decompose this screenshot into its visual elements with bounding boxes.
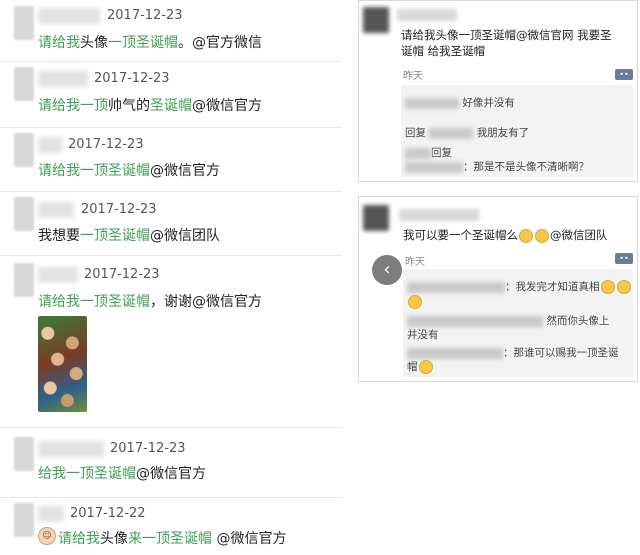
post-date: 2017-12-23 <box>94 71 170 86</box>
comment <box>407 295 423 309</box>
feed-post[interactable]: 2017-12-23 我想要一顶圣诞帽@微信团队 <box>0 191 342 256</box>
comment-icon[interactable]: •• <box>615 69 633 80</box>
post-text-segment: 请给我一顶圣诞帽 <box>38 163 150 179</box>
comment: 帽 <box>407 359 434 374</box>
comment[interactable]: ：那是不是头像不清晰啊？ <box>405 159 589 174</box>
username-blurred <box>38 506 64 522</box>
post-text-segment: 圣诞帽 <box>150 98 192 114</box>
post-text: 请给我一顶帅气的圣诞帽@微信官方 <box>38 95 262 115</box>
moment-time: 昨天 <box>403 71 423 82</box>
emoji-icon <box>616 280 631 294</box>
username-blurred <box>38 8 100 24</box>
avatar <box>14 67 34 101</box>
username-blurred <box>399 209 479 221</box>
post-date: 2017-12-23 <box>110 441 186 456</box>
comment[interactable]: ：那谁可以赐我一顶圣诞 <box>407 345 619 360</box>
post-text-segment: 头像 <box>80 35 108 51</box>
post-text: 我想要一顶圣诞帽@微信团队 <box>38 225 220 245</box>
feed-post[interactable]: 2017-12-22 请给我头像来一顶圣诞帽 @微信官方 <box>0 497 342 555</box>
comment[interactable]: 好像并没有 <box>405 95 515 110</box>
emoji-icon <box>535 228 549 243</box>
post-text-segment: 请给我 <box>38 35 80 51</box>
post-text-segment: 头像 <box>100 531 128 547</box>
post-text-segment: 请给我 <box>58 531 100 547</box>
avatar <box>14 197 34 231</box>
comment-icon[interactable]: •• <box>615 253 633 264</box>
moment-text: 请给我头像一顶圣诞帽@微信官网 我要圣 诞帽 给我圣诞帽 <box>401 28 612 58</box>
comment: 并没有 <box>407 329 439 341</box>
chevron-left-icon[interactable]: ‹ <box>372 255 402 285</box>
avatar <box>14 263 34 297</box>
moment-text: 我可以要一个圣诞帽么 @微信团队 <box>403 228 608 243</box>
post-text-segment: 。@官方微信 <box>178 35 262 51</box>
post-text-segment: 帅气的 <box>108 98 150 114</box>
avatar <box>363 7 389 33</box>
moment-card: 我可以要一个圣诞帽么 @微信团队 昨天 •• ：我发完才知道真相 然而你头像上 并… <box>358 196 638 382</box>
feed-post[interactable]: 2017-12-23 给我一顶圣诞帽@微信官方 <box>0 427 342 498</box>
post-photo[interactable] <box>38 316 87 412</box>
post-date: 2017-12-23 <box>81 202 157 217</box>
avatar <box>14 6 34 40</box>
post-text-segment: 一顶圣诞帽 <box>108 35 178 51</box>
post-date: 2017-12-22 <box>70 506 146 521</box>
username-blurred <box>38 267 78 283</box>
post-text-segment: @微信官方 <box>192 98 262 114</box>
post-text: 请给我头像来一顶圣诞帽 @微信官方 <box>58 528 286 548</box>
post-text: 请给我一顶圣诞帽@微信官方 <box>38 160 220 180</box>
emoji-icon <box>519 228 533 243</box>
post-text-segment: @微信团队 <box>150 228 220 244</box>
post-date: 2017-12-23 <box>107 8 183 23</box>
post-text-segment: @微信官方 <box>212 531 287 547</box>
left-feed: 2017-12-23 请给我头像一顶圣诞帽。@官方微信 2017-12-23 请… <box>0 0 342 555</box>
post-text-segment: 来一顶圣诞帽 <box>128 531 212 547</box>
post-text: 请给我头像一顶圣诞帽。@官方微信 <box>38 32 262 52</box>
feed-post[interactable]: 2017-12-23 请给我一顶帅气的圣诞帽@微信官方 <box>0 61 342 128</box>
feed-post[interactable]: 2017-12-23 请给我头像一顶圣诞帽。@官方微信 <box>0 0 342 62</box>
comment[interactable]: 回复 <box>405 145 452 160</box>
post-text-segment: 一顶圣诞帽 <box>80 228 150 244</box>
comment[interactable]: 回复 我朋友有了 <box>405 125 529 140</box>
username-blurred <box>38 441 104 457</box>
post-date: 2017-12-23 <box>84 267 160 282</box>
post-text-segment: 请给我一顶圣诞帽 <box>38 294 150 310</box>
feed-post[interactable]: 2017-12-23 请给我一顶圣诞帽@微信官方 <box>0 127 342 192</box>
avatar <box>363 205 389 231</box>
post-text-segment: 我想要 <box>38 228 80 244</box>
avatar <box>14 437 34 471</box>
comment[interactable]: ：我发完才知道真相 <box>407 279 632 294</box>
emoji-icon <box>600 280 615 294</box>
comment[interactable]: 然而你头像上 <box>407 313 609 328</box>
moment-card: 请给我头像一顶圣诞帽@微信官网 我要圣 诞帽 给我圣诞帽 昨天 •• 好像并没有… <box>358 0 638 182</box>
post-text-segment: 请给我一顶 <box>38 98 108 114</box>
username-blurred <box>397 9 457 21</box>
post-date: 2017-12-23 <box>68 137 144 152</box>
username-blurred <box>38 137 62 153</box>
moment-time: 昨天 <box>405 257 425 268</box>
emoji-icon <box>408 295 422 309</box>
emoji-icon <box>418 360 433 374</box>
username-blurred <box>38 71 88 87</box>
post-text-segment: ，谢谢@微信官方 <box>150 294 262 310</box>
post-text-segment: @微信官方 <box>150 163 220 179</box>
avatar <box>14 503 34 537</box>
post-text: 请给我一顶圣诞帽，谢谢@微信官方 <box>38 291 262 311</box>
username-blurred <box>38 202 74 218</box>
avatar <box>14 133 34 167</box>
post-text: 给我一顶圣诞帽@微信官方 <box>38 463 206 483</box>
post-text-segment: 给我一顶圣诞帽 <box>38 466 136 482</box>
smile-icon: ☺ <box>38 527 56 545</box>
post-text-segment: @微信官方 <box>136 466 206 482</box>
